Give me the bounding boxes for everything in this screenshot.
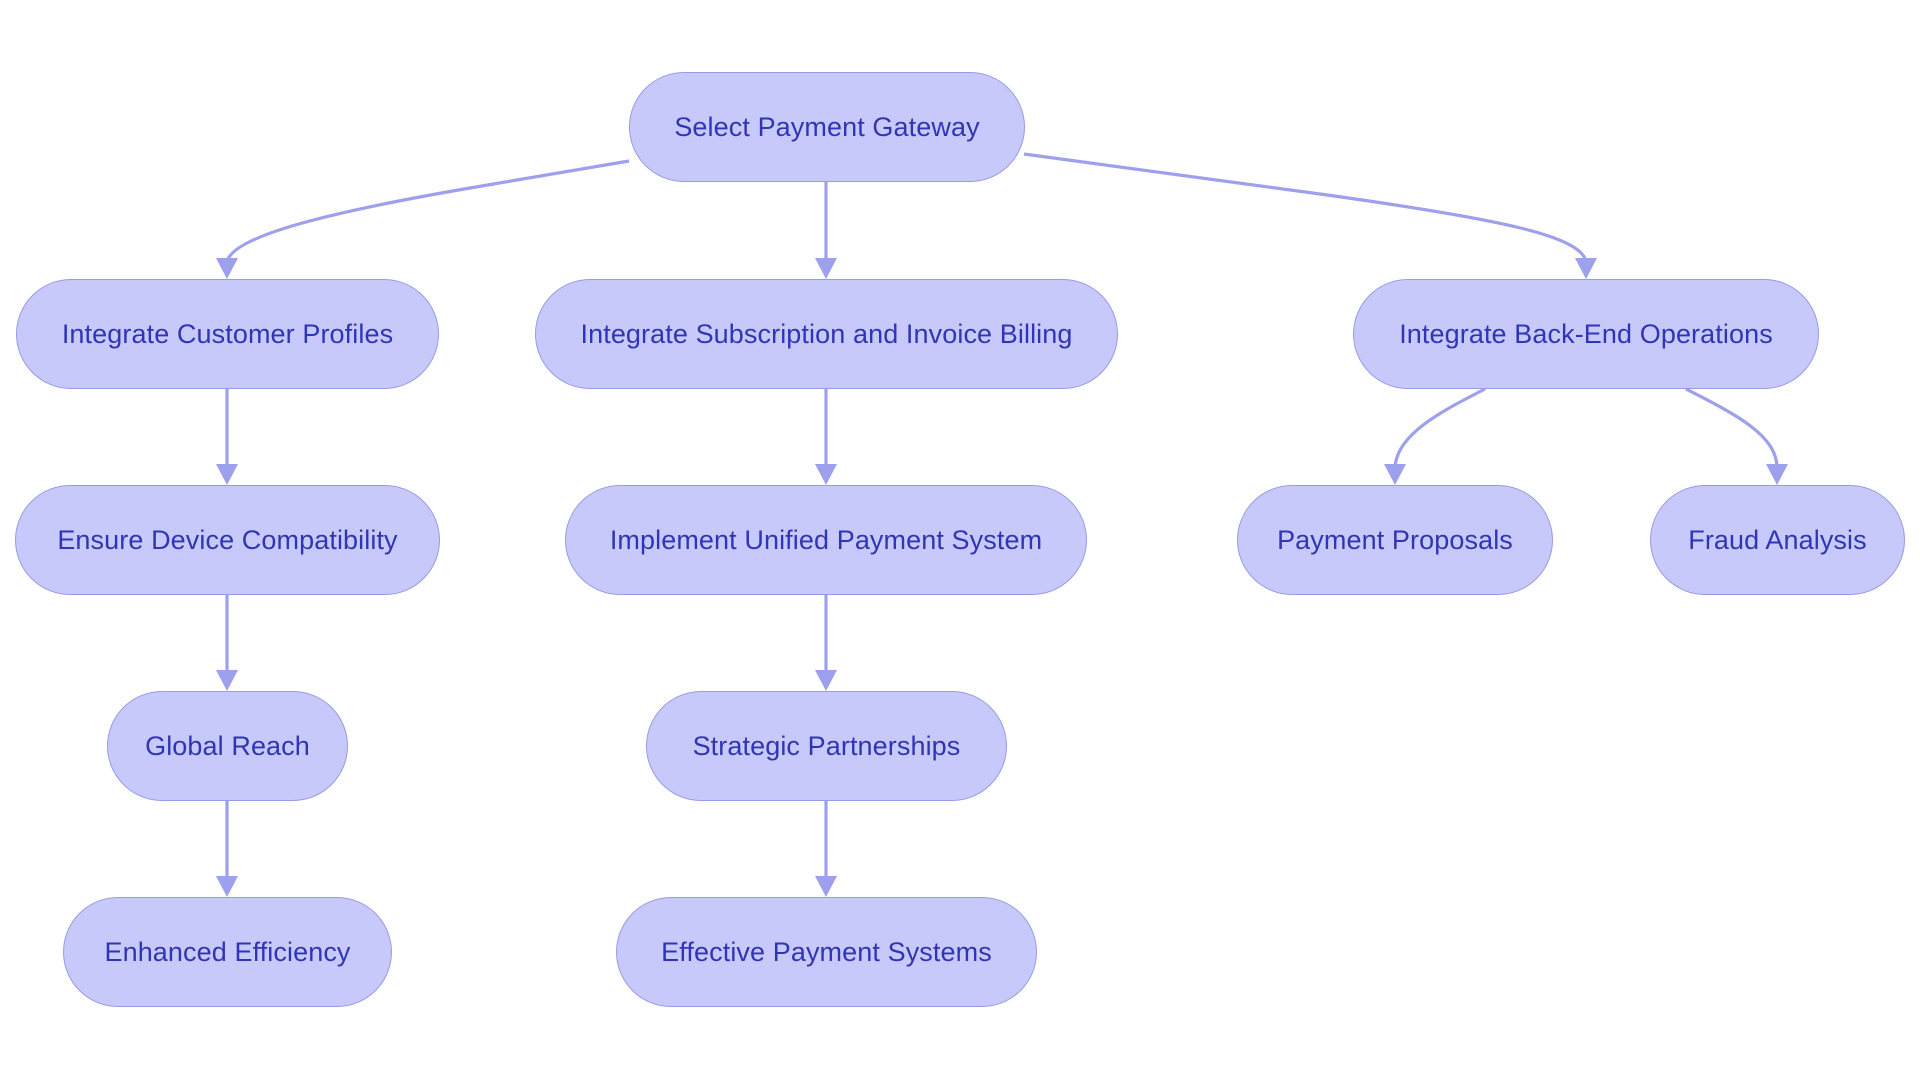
- arrowhead-strategic-partnerships: [815, 670, 837, 691]
- node-payment-proposals[interactable]: Payment Proposals: [1237, 485, 1553, 595]
- node-ensure-device-compatibility[interactable]: Ensure Device Compatibility: [15, 485, 440, 595]
- node-label: Effective Payment Systems: [661, 936, 992, 967]
- arrowhead-customer-profiles: [216, 258, 238, 279]
- node-label: Select Payment Gateway: [674, 111, 980, 142]
- node-label: Enhanced Efficiency: [104, 936, 351, 967]
- node-fraud-analysis[interactable]: Fraud Analysis: [1650, 485, 1905, 595]
- node-effective-payment-systems[interactable]: Effective Payment Systems: [616, 897, 1037, 1007]
- node-enhanced-efficiency[interactable]: Enhanced Efficiency: [63, 897, 392, 1007]
- node-select-payment-gateway[interactable]: Select Payment Gateway: [629, 72, 1025, 182]
- arrowhead-fraud-analysis: [1766, 464, 1788, 485]
- arrowhead-unified-payment: [815, 464, 837, 485]
- node-label: Integrate Customer Profiles: [61, 318, 394, 349]
- edge-backend-ops-to-payment-proposals: [1393, 387, 1486, 469]
- node-label: Fraud Analysis: [1688, 524, 1867, 555]
- arrowhead-global-reach: [216, 670, 238, 691]
- node-integrate-subscription-billing[interactable]: Integrate Subscription and Invoice Billi…: [535, 279, 1118, 389]
- node-integrate-customer-profiles[interactable]: Integrate Customer Profiles: [16, 279, 439, 389]
- node-label: Integrate Subscription and Invoice Billi…: [580, 318, 1073, 349]
- arrowhead-enhanced-efficiency: [216, 876, 238, 897]
- node-label: Payment Proposals: [1277, 524, 1513, 555]
- arrowhead-backend-ops: [1575, 258, 1597, 279]
- edge-backend-ops-to-fraud-analysis: [1685, 387, 1779, 469]
- edge-root-to-customer-profiles: [225, 159, 630, 263]
- node-label: Ensure Device Compatibility: [57, 524, 398, 555]
- node-label: Integrate Back-End Operations: [1399, 318, 1773, 349]
- node-integrate-backend-operations[interactable]: Integrate Back-End Operations: [1353, 279, 1819, 389]
- node-implement-unified-payment-system[interactable]: Implement Unified Payment System: [565, 485, 1087, 595]
- node-label: Implement Unified Payment System: [609, 524, 1043, 555]
- node-label: Global Reach: [145, 730, 310, 761]
- node-strategic-partnerships[interactable]: Strategic Partnerships: [646, 691, 1007, 801]
- arrowhead-subscription-billing: [815, 258, 837, 279]
- node-global-reach[interactable]: Global Reach: [107, 691, 348, 801]
- node-label: Strategic Partnerships: [692, 730, 961, 761]
- edge-root-to-backend-ops: [1023, 152, 1588, 263]
- arrowhead-payment-proposals: [1384, 464, 1406, 485]
- arrowhead-device-compat: [216, 464, 238, 485]
- arrowhead-effective-payment: [815, 876, 837, 897]
